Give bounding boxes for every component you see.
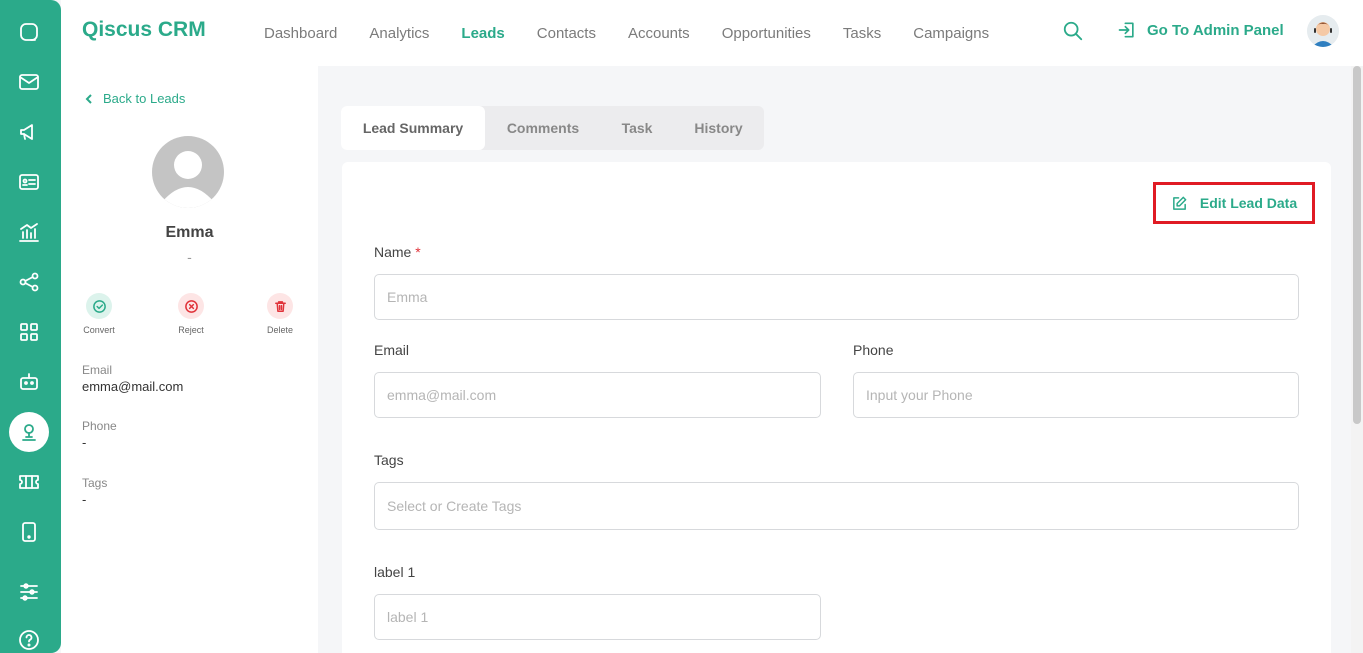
top-bar: Qiscus CRM Dashboard Analytics Leads Con…	[61, 0, 1363, 66]
tab-task[interactable]: Task	[601, 106, 673, 150]
profile-tags-label: Tags	[82, 476, 108, 490]
icon-rail	[0, 0, 61, 653]
nav-tasks[interactable]: Tasks	[843, 25, 881, 42]
label1-label: label 1	[374, 564, 416, 580]
reject-label: Reject	[178, 325, 204, 335]
brand-title: Qiscus CRM	[82, 18, 206, 41]
name-label-text: Name	[374, 244, 412, 260]
mobile-icon[interactable]	[11, 514, 47, 550]
nav-dashboard[interactable]: Dashboard	[264, 25, 337, 42]
profile-phone-label: Phone	[82, 419, 117, 433]
admin-panel-label: Go To Admin Panel	[1147, 21, 1284, 39]
delete-label: Delete	[266, 325, 293, 335]
mail-icon[interactable]	[11, 64, 47, 100]
search-icon[interactable]	[1062, 20, 1084, 42]
lead-subtitle: -	[187, 249, 192, 265]
delete-button[interactable]: Delete	[250, 293, 310, 335]
name-label: Name *	[374, 244, 421, 260]
admin-panel-link[interactable]: Go To Admin Panel	[1117, 20, 1284, 40]
edit-lead-data-label: Edit Lead Data	[1199, 195, 1298, 211]
x-circle-icon	[178, 293, 204, 319]
help-icon[interactable]	[11, 622, 47, 653]
trash-icon	[267, 293, 293, 319]
email-label: Email	[374, 342, 410, 358]
convert-label: Convert	[83, 325, 115, 335]
tags-select[interactable]: Select or Create Tags	[374, 482, 1299, 530]
check-circle-icon	[86, 293, 112, 319]
nav-accounts[interactable]: Accounts	[628, 25, 690, 42]
leads-icon[interactable]	[9, 412, 49, 452]
profile-email: Email emma@mail.com	[82, 363, 183, 394]
reject-button[interactable]: Reject	[161, 293, 221, 335]
profile-tags-value: -	[82, 492, 87, 507]
chat-icon[interactable]	[11, 14, 47, 50]
analytics-icon[interactable]	[11, 214, 47, 250]
contact-card-icon[interactable]	[11, 164, 47, 200]
user-avatar[interactable]	[1307, 15, 1339, 47]
edit-lead-data-button[interactable]: Edit Lead Data	[1153, 182, 1315, 224]
lead-avatar	[152, 136, 224, 208]
phone-input[interactable]: Input your Phone	[853, 372, 1299, 418]
required-marker: *	[415, 244, 421, 260]
main-nav: Dashboard Analytics Leads Contacts Accou…	[264, 0, 1021, 66]
settings-sliders-icon[interactable]	[11, 574, 47, 610]
robot-icon[interactable]	[11, 364, 47, 400]
ticket-icon[interactable]	[11, 464, 47, 500]
profile-phone-value: -	[82, 435, 87, 450]
back-label: Back to Leads	[103, 91, 186, 106]
nav-analytics[interactable]: Analytics	[369, 25, 429, 42]
profile-phone: Phone -	[82, 419, 117, 450]
edit-icon	[1172, 196, 1187, 210]
page-scrollbar[interactable]	[1351, 66, 1363, 653]
profile-tags: Tags -	[82, 476, 107, 507]
nav-opportunities[interactable]: Opportunities	[722, 25, 811, 42]
megaphone-icon[interactable]	[11, 114, 47, 150]
name-input[interactable]: Emma	[374, 274, 1299, 320]
nav-leads[interactable]: Leads	[461, 25, 504, 42]
sign-in-icon	[1118, 22, 1134, 38]
lead-tabs: Lead Summary Comments Task History	[341, 106, 764, 150]
email-input[interactable]: emma@mail.com	[374, 372, 821, 418]
profile-email-label: Email	[82, 363, 113, 377]
profile-email-value: emma@mail.com	[82, 379, 184, 394]
lead-summary-card: Edit Lead Data Name * Emma Email emma@ma…	[342, 162, 1331, 653]
tab-comments[interactable]: Comments	[485, 106, 601, 150]
label1-input[interactable]: label 1	[374, 594, 821, 640]
nav-contacts[interactable]: Contacts	[537, 25, 596, 42]
share-icon[interactable]	[11, 264, 47, 300]
tab-lead-summary[interactable]: Lead Summary	[341, 106, 485, 150]
phone-label: Phone	[853, 342, 894, 358]
page-scrollbar-thumb[interactable]	[1353, 66, 1361, 424]
grid-icon[interactable]	[11, 314, 47, 350]
back-to-leads-link[interactable]: Back to Leads	[83, 91, 185, 106]
lead-name: Emma	[165, 224, 214, 241]
tags-label: Tags	[374, 452, 404, 468]
chevron-left-icon	[85, 93, 92, 104]
convert-button[interactable]: Convert	[69, 293, 129, 335]
nav-campaigns[interactable]: Campaigns	[913, 25, 989, 42]
tab-history[interactable]: History	[673, 106, 764, 150]
lead-profile-panel: Back to Leads Emma - Convert Reject Dele…	[61, 66, 318, 653]
